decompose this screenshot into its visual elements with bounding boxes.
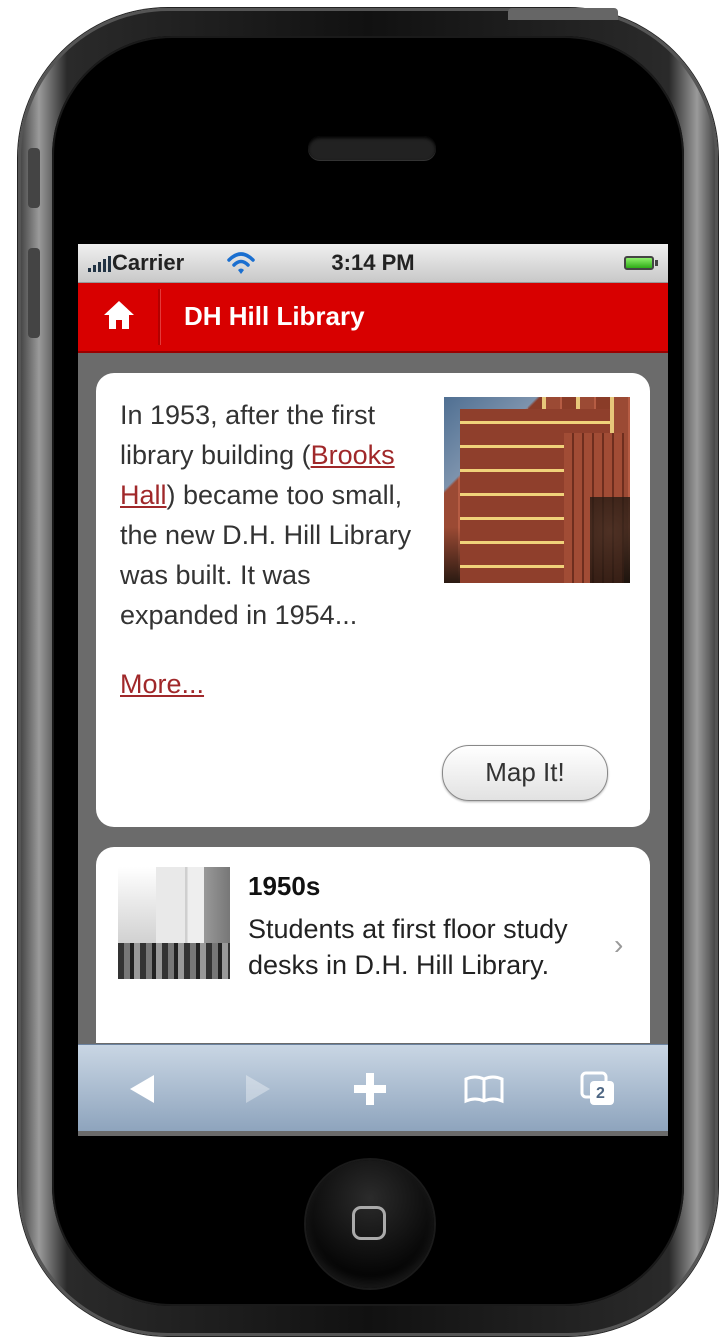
map-it-button[interactable]: Map It! [442,745,608,801]
content-area[interactable]: In 1953, after the first library buildin… [78,353,668,1043]
tab-count: 2 [596,1085,605,1102]
study-desks-thumbnail [118,867,230,979]
nav-divider [158,289,161,345]
intro-card: In 1953, after the first library buildin… [96,373,650,827]
item-description: Students at first floor study desks in D… [248,914,568,980]
add-bookmark-icon[interactable] [348,1067,392,1111]
bookmarks-icon[interactable] [462,1067,506,1111]
library-building-photo [444,397,630,583]
battery-icon [624,256,658,270]
volume-buttons [28,248,40,338]
sleep-button [508,8,618,20]
home-button[interactable] [306,1160,434,1288]
chevron-right-icon: › [614,929,624,960]
nav-bar: DH Hill Library [78,283,668,353]
more-link[interactable]: More... [120,669,204,700]
tabs-icon[interactable]: 2 [576,1067,620,1111]
home-square-icon [352,1206,386,1240]
item-title: 1950s [248,871,321,901]
forward-arrow-icon[interactable] [234,1067,278,1111]
timeline-item[interactable]: 1950s Students at first floor study desk… [96,847,650,1043]
intro-paragraph: In 1953, after the first library buildin… [120,395,630,635]
browser-toolbar: 2 [78,1044,668,1131]
speaker-grille [308,136,436,160]
back-arrow-icon[interactable] [122,1067,166,1111]
home-icon[interactable] [102,299,136,331]
mute-switch [28,148,40,208]
status-time: 3:14 PM [331,250,415,275]
status-bar: Carrier 3:14 PM [78,244,668,283]
page-title: DH Hill Library [184,301,365,331]
device-screen: Carrier 3:14 PM DH Hill Library In 1953,… [78,244,668,1136]
